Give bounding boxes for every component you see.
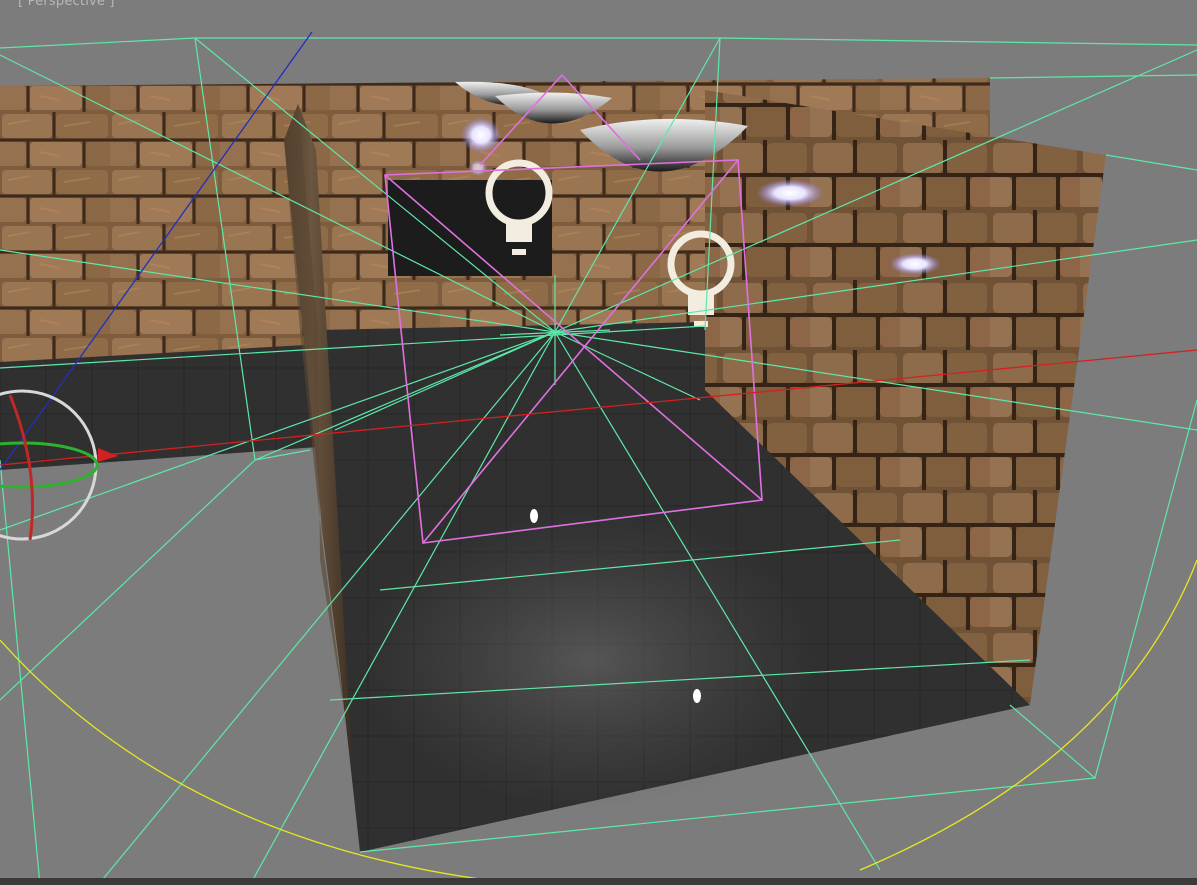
scene-canvas[interactable] [0, 0, 1197, 885]
floor-reflection [360, 510, 820, 810]
viewport-label[interactable]: [ Perspective ] [18, 0, 115, 9]
perspective-viewport[interactable]: [ Perspective ] [0, 0, 1197, 885]
viewport-bottom-edge [0, 878, 1197, 885]
